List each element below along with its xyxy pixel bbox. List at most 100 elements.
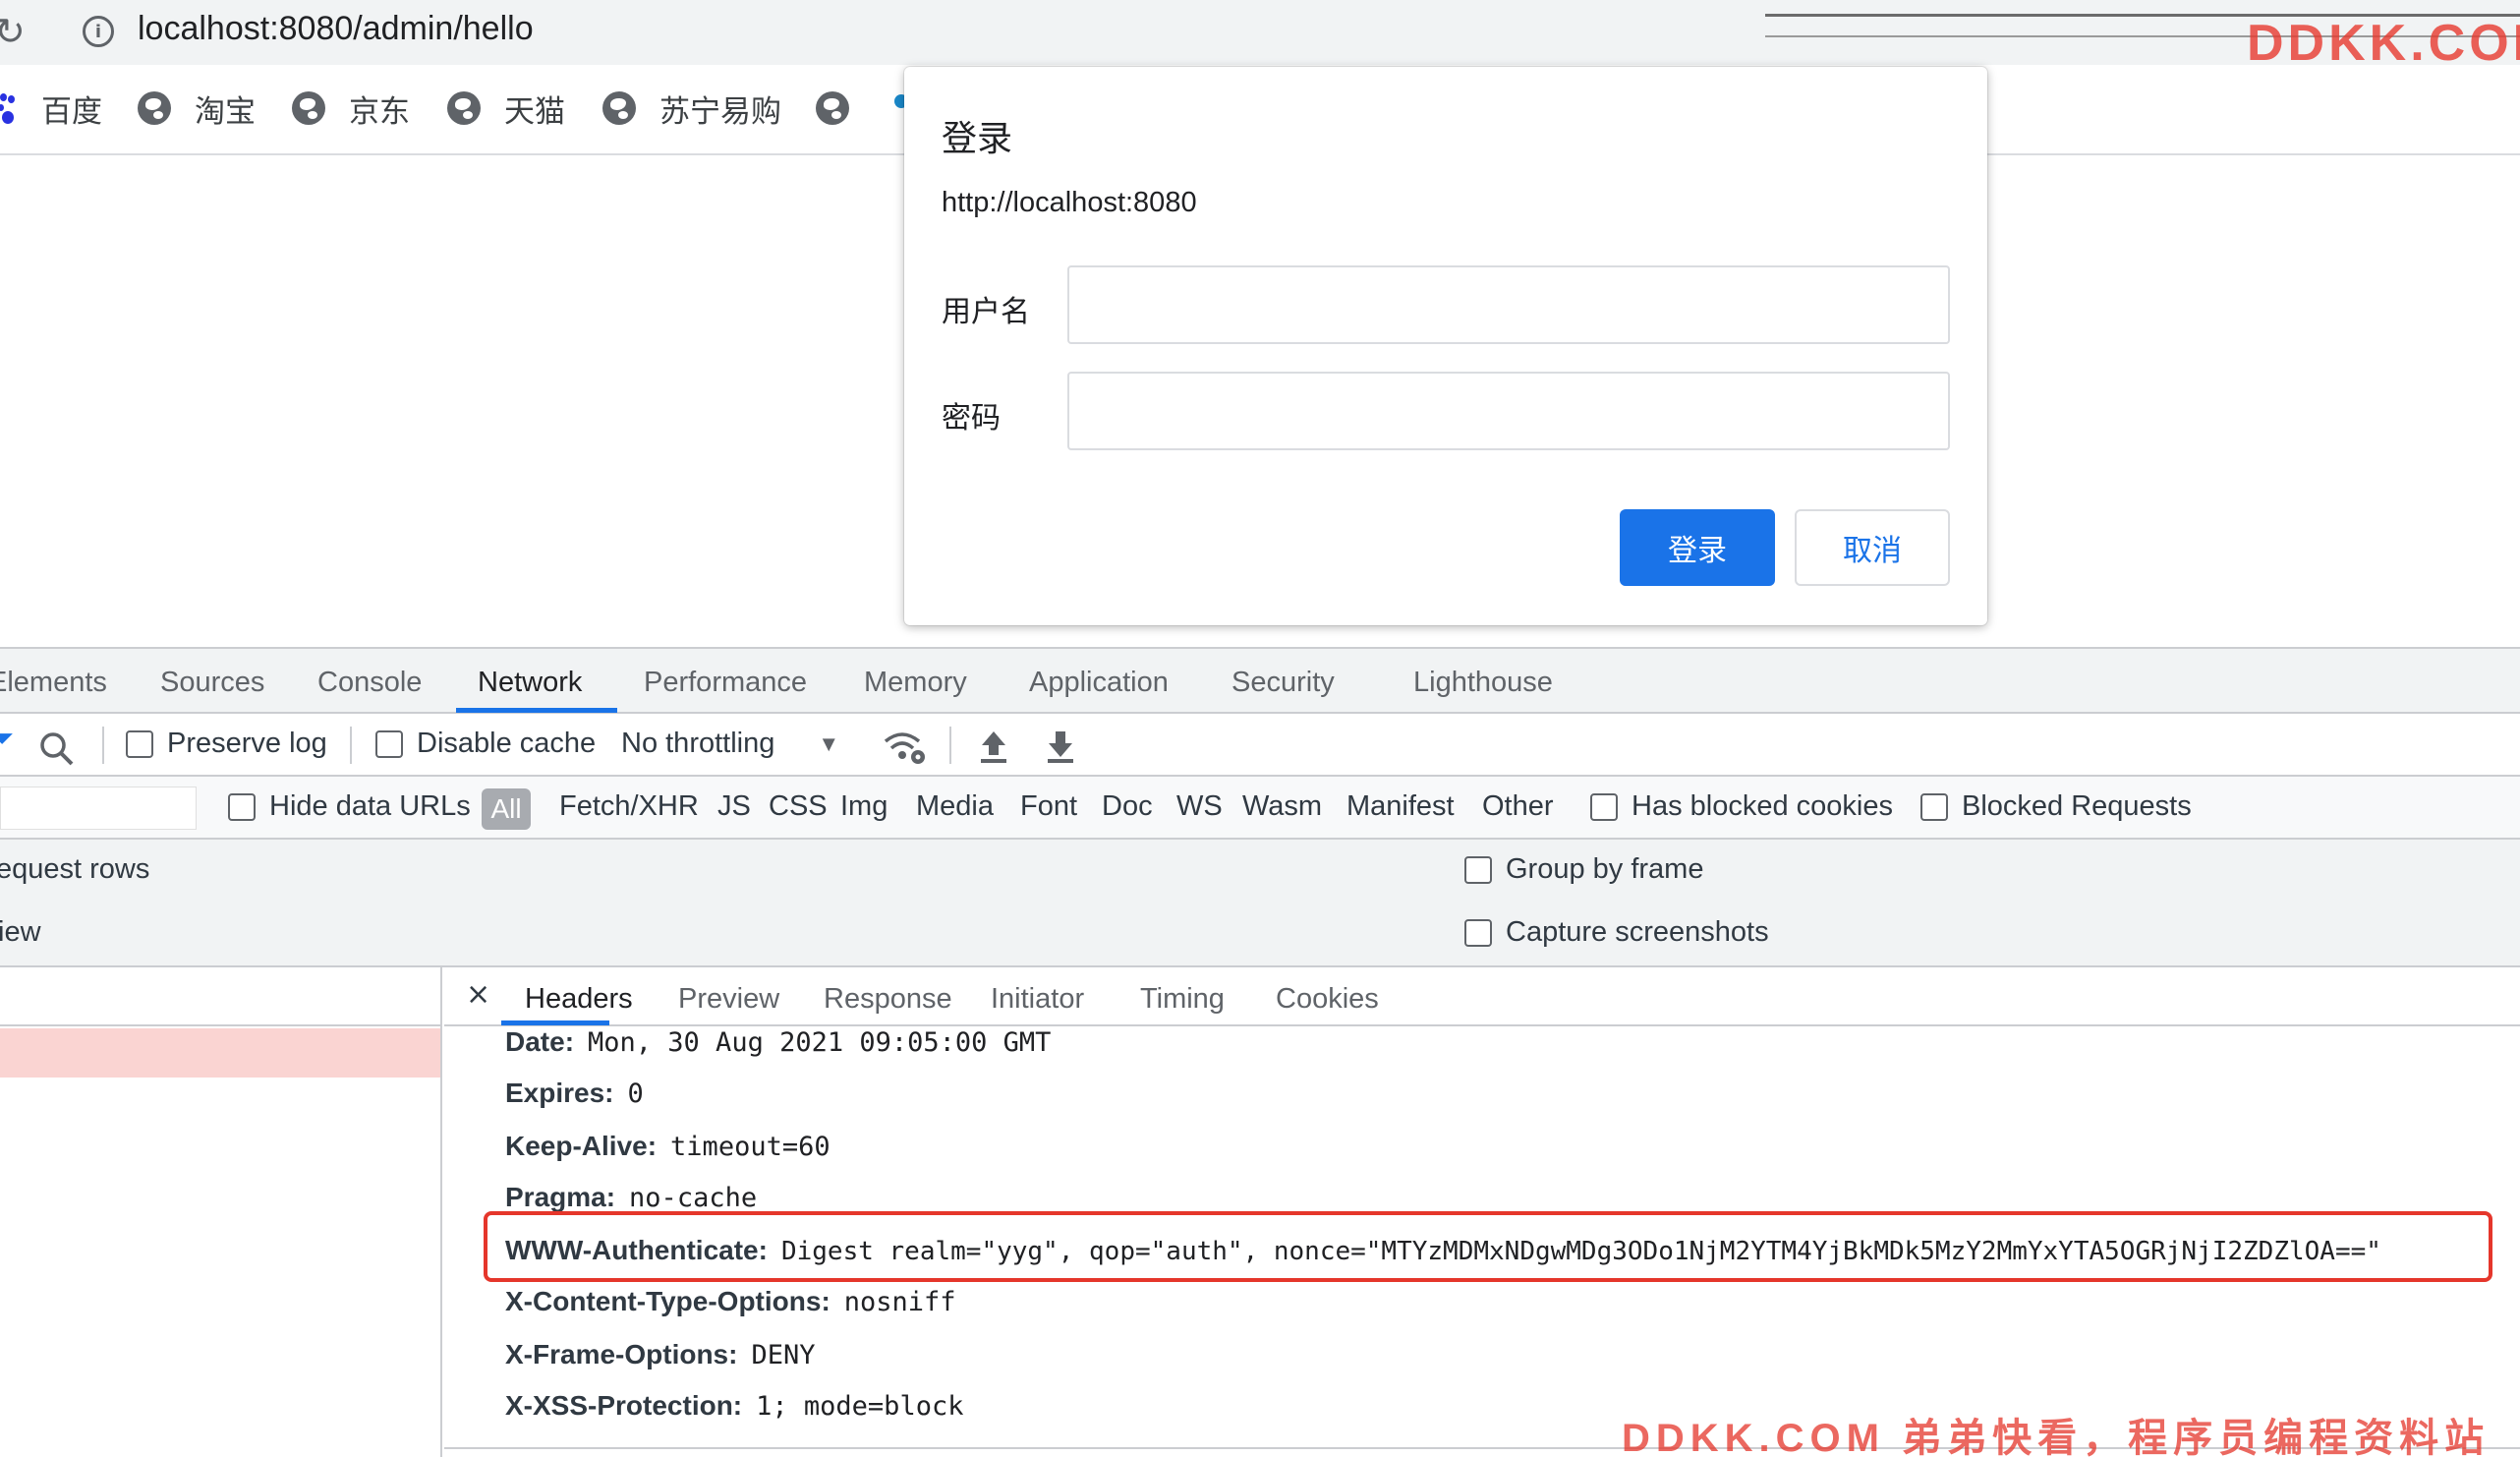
active-tab-indicator xyxy=(456,708,617,713)
tab-network[interactable]: Network xyxy=(478,667,582,699)
detail-tab-preview[interactable]: Preview xyxy=(678,983,779,1016)
filter-type-other[interactable]: Other xyxy=(1482,790,1554,823)
bookmark-label: 京东 xyxy=(349,93,410,130)
detail-tab-cookies[interactable]: Cookies xyxy=(1276,983,1379,1016)
preserve-log-label: Preserve log xyxy=(167,728,327,759)
checkbox[interactable] xyxy=(1464,918,1492,947)
header-row-date: Date: Mon, 30 Aug 2021 09:05:00 GMT xyxy=(505,1026,1051,1058)
address-bar[interactable]: i localhost:8080/admin/hello xyxy=(55,2,1765,61)
big-request-rows-label[interactable]: equest rows xyxy=(0,853,149,886)
bookmark-label: 百度 xyxy=(41,93,102,130)
tab-elements[interactable]: Elements xyxy=(0,667,107,699)
devtools-panel: Elements Sources Console Network Perform… xyxy=(0,647,2520,1457)
group-by-frame-checkbox[interactable]: Group by frame xyxy=(1464,853,1703,886)
import-har-icon[interactable] xyxy=(977,728,1010,765)
dialog-origin: http://localhost:8080 xyxy=(942,187,1197,218)
detail-tab-bar: × Headers Preview Response Initiator Tim… xyxy=(444,967,2520,1026)
tab-application[interactable]: Application xyxy=(1029,667,1169,699)
globe-icon xyxy=(292,91,325,125)
filter-type-all[interactable]: All xyxy=(482,788,531,830)
has-blocked-cookies-checkbox[interactable]: Has blocked cookies xyxy=(1590,790,1893,823)
detail-tab-initiator[interactable]: Initiator xyxy=(991,983,1084,1016)
filter-type-wasm[interactable]: Wasm xyxy=(1242,790,1322,823)
bookmark-tmall[interactable]: 天猫 xyxy=(447,87,565,130)
bookmark-taobao[interactable]: 淘宝 xyxy=(138,87,256,130)
disable-cache-checkbox[interactable]: Disable cache xyxy=(375,728,596,760)
detail-tab-response[interactable]: Response xyxy=(824,983,952,1016)
detail-tab-timing[interactable]: Timing xyxy=(1140,983,1225,1016)
filter-type-fetch-xhr[interactable]: Fetch/XHR xyxy=(559,790,699,823)
toolbar-separator xyxy=(949,727,951,764)
filter-type-media[interactable]: Media xyxy=(916,790,994,823)
tab-memory[interactable]: Memory xyxy=(864,667,967,699)
request-row-selected[interactable] xyxy=(0,1028,440,1078)
filter-type-ws[interactable]: WS xyxy=(1176,790,1223,823)
hide-data-urls-checkbox[interactable]: Hide data URLs xyxy=(228,790,471,823)
tab-lighthouse[interactable]: Lighthouse xyxy=(1413,667,1553,699)
username-label: 用户名 xyxy=(942,295,1030,329)
filter-type-img[interactable]: Img xyxy=(840,790,888,823)
capture-screenshots-checkbox[interactable]: Capture screenshots xyxy=(1464,916,1769,949)
site-info-icon[interactable]: i xyxy=(83,16,114,47)
tab-performance[interactable]: Performance xyxy=(644,667,807,699)
header-name: Date: xyxy=(505,1026,575,1057)
filter-type-js[interactable]: JS xyxy=(717,790,751,823)
header-value: Mon, 30 Aug 2021 09:05:00 GMT xyxy=(588,1027,1052,1058)
network-conditions-icon[interactable] xyxy=(883,728,928,767)
filter-icon[interactable]: ⏷ xyxy=(0,722,14,756)
tab-security[interactable]: Security xyxy=(1231,667,1335,699)
checkbox[interactable] xyxy=(1590,792,1618,821)
tab-console[interactable]: Console xyxy=(317,667,422,699)
filter-input[interactable] xyxy=(0,787,197,830)
header-name: X-Content-Type-Options: xyxy=(505,1286,830,1316)
detail-tab-headers[interactable]: Headers xyxy=(525,983,633,1016)
url-text[interactable]: localhost:8080/admin/hello xyxy=(138,10,534,48)
filter-type-font[interactable]: Font xyxy=(1020,790,1077,823)
globe-icon xyxy=(447,91,481,125)
toolbar-separator xyxy=(350,727,352,764)
header-name: X-XSS-Protection: xyxy=(505,1390,743,1421)
header-row-keep-alive: Keep-Alive: timeout=60 xyxy=(505,1131,830,1162)
bookmark-unnamed[interactable] xyxy=(816,87,873,130)
header-row-x-content-type-options: X-Content-Type-Options: nosniff xyxy=(505,1286,956,1317)
search-icon[interactable] xyxy=(39,731,75,767)
header-value: no-cache xyxy=(629,1183,758,1213)
blocked-requests-label: Blocked Requests xyxy=(1962,790,2192,822)
filter-type-css[interactable]: CSS xyxy=(769,790,828,823)
throttling-select[interactable]: No throttling ▼ xyxy=(621,728,839,760)
dialog-title: 登录 xyxy=(942,119,1013,159)
filter-type-manifest[interactable]: Manifest xyxy=(1346,790,1455,823)
password-label: 密码 xyxy=(942,401,1001,436)
has-blocked-cookies-label: Has blocked cookies xyxy=(1632,790,1893,822)
request-list-header xyxy=(0,967,440,1026)
preserve-log-checkbox[interactable]: Preserve log xyxy=(126,728,327,760)
cancel-button[interactable]: 取消 xyxy=(1795,509,1950,586)
reload-icon[interactable]: ↻ xyxy=(0,10,26,53)
bookmark-jd[interactable]: 京东 xyxy=(292,87,410,130)
globe-icon xyxy=(816,91,849,125)
globe-icon xyxy=(138,91,171,125)
username-input[interactable] xyxy=(1067,265,1950,344)
checkbox[interactable] xyxy=(375,729,403,758)
bookmark-label: 苏宁易购 xyxy=(659,93,781,130)
close-icon[interactable]: × xyxy=(466,977,490,1012)
checkbox[interactable] xyxy=(228,792,256,821)
watermark-bottom: DDKK.COM 弟弟快看，程序员编程资料站 xyxy=(1622,1417,2491,1457)
export-har-icon[interactable] xyxy=(1044,728,1077,765)
password-input[interactable] xyxy=(1067,372,1950,450)
active-detail-tab-indicator xyxy=(501,1020,609,1025)
checkbox[interactable] xyxy=(1920,792,1948,821)
network-toolbar: ⏷ Preserve log Disable cache No throttli… xyxy=(0,714,2520,777)
login-button[interactable]: 登录 xyxy=(1620,509,1775,586)
header-row-pragma: Pragma: no-cache xyxy=(505,1182,757,1213)
checkbox[interactable] xyxy=(1464,855,1492,884)
filter-type-doc[interactable]: Doc xyxy=(1102,790,1153,823)
header-value: 0 xyxy=(627,1078,644,1109)
bookmark-suning[interactable]: 苏宁易购 xyxy=(602,87,781,130)
overview-label[interactable]: iew xyxy=(0,916,41,949)
blocked-requests-checkbox[interactable]: Blocked Requests xyxy=(1920,790,2192,823)
bookmark-baidu[interactable]: 百度 xyxy=(0,87,102,130)
checkbox[interactable] xyxy=(126,729,153,758)
group-by-frame-label: Group by frame xyxy=(1506,853,1704,885)
tab-sources[interactable]: Sources xyxy=(160,667,264,699)
